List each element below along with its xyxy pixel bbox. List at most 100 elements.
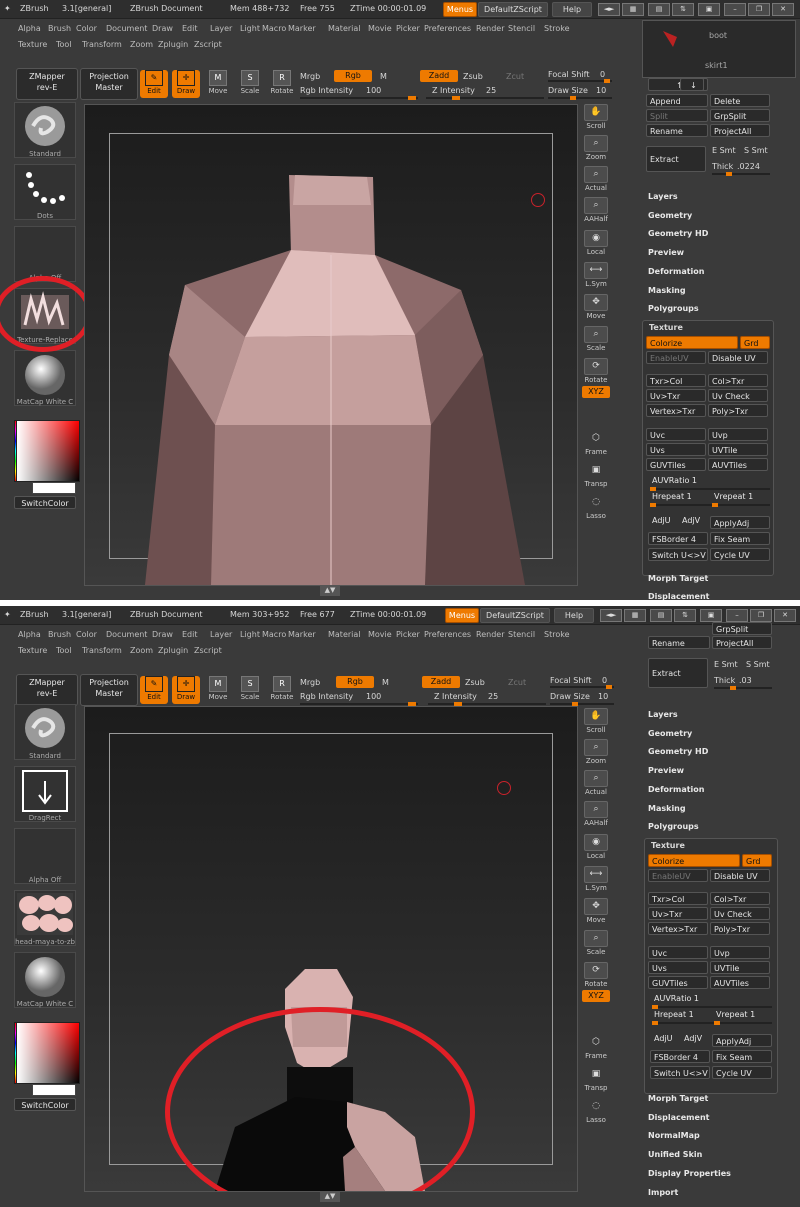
section-masking[interactable]: Masking <box>648 286 686 295</box>
tex-adju-control[interactable]: AdjU <box>652 516 671 525</box>
extract-button[interactable]: Extract <box>648 658 708 688</box>
section-displacement[interactable]: Displacement <box>648 592 709 600</box>
tex-fsborder-control[interactable]: FSBorder 4 <box>648 532 708 545</box>
tool-scale[interactable]: ⌕ Scale <box>580 326 612 354</box>
draw-size-slider[interactable] <box>550 702 614 706</box>
section-polygroups[interactable]: Polygroups <box>648 304 699 313</box>
zsub-button[interactable]: Zsub <box>465 678 485 687</box>
section-masking[interactable]: Masking <box>648 804 686 813</box>
menu-draw[interactable]: Draw <box>152 24 173 33</box>
tex-disableuv-button[interactable]: Disable UV <box>708 351 768 364</box>
zadd-button[interactable]: Zadd <box>420 70 458 82</box>
mrgb-button[interactable]: Mrgb <box>300 678 320 687</box>
tex-colorize-button[interactable]: Colorize <box>648 854 740 867</box>
menu-picker[interactable]: Picker <box>396 630 420 639</box>
brush-swatch[interactable]: Standard <box>14 102 76 158</box>
tex-uvs-button[interactable]: Uvs <box>648 961 708 974</box>
menu-preferences[interactable]: Preferences <box>424 630 471 639</box>
menu-stencil[interactable]: Stencil <box>508 24 535 33</box>
auvratio-slider[interactable] <box>652 1005 772 1009</box>
grpsplit-button[interactable]: GrpSplit <box>710 109 770 122</box>
e-smt-toggle[interactable]: E Smt <box>712 146 736 155</box>
menu-edit[interactable]: Edit <box>182 24 198 33</box>
zadd-button[interactable]: Zadd <box>422 676 460 688</box>
split-button[interactable]: Split <box>646 109 708 122</box>
tex-fixseam-button[interactable]: Fix Seam <box>710 532 770 545</box>
tex-hrepeat-control[interactable]: Hrepeat 1 <box>654 1010 694 1019</box>
menu-brush[interactable]: Brush <box>48 24 71 33</box>
menu-alpha[interactable]: Alpha <box>18 24 41 33</box>
tool-aahalf[interactable]: ⌕ AAHalf <box>580 197 612 225</box>
menu-render[interactable]: Render <box>476 630 504 639</box>
tool-scroll[interactable]: ✋ Scroll <box>580 104 612 132</box>
rgb-intensity-slider[interactable] <box>300 702 418 706</box>
projectall-button[interactable]: ProjectAll <box>710 124 770 137</box>
menu-zscript[interactable]: Zscript <box>194 646 222 655</box>
menu-transform[interactable]: Transform <box>82 40 122 49</box>
menu-render[interactable]: Render <box>476 24 504 33</box>
tex-applyadj-button[interactable]: ApplyAdj <box>712 1034 772 1047</box>
menus-button[interactable]: Menus <box>445 608 479 623</box>
restore-icon[interactable]: ❐ <box>748 3 770 16</box>
section-geometry-hd[interactable]: Geometry HD <box>648 747 708 756</box>
projection-master-button[interactable]: Projection Master <box>80 674 138 706</box>
scale-tool-button[interactable]: S Scale <box>236 70 264 98</box>
menu-macro[interactable]: Macro <box>262 24 286 33</box>
color-picker[interactable] <box>16 1022 80 1084</box>
delete-button[interactable]: Delete <box>710 94 770 107</box>
tool-zoom[interactable]: ⌕ Zoom <box>580 739 612 767</box>
subtool-boot[interactable]: boot <box>709 31 727 40</box>
rename-button[interactable]: Rename <box>648 636 710 649</box>
menu-material[interactable]: Material <box>328 630 361 639</box>
rgb-intensity-slider[interactable] <box>300 96 418 100</box>
tool-aahalf[interactable]: ⌕ AAHalf <box>580 801 612 829</box>
tex-guvtiles-button[interactable]: GUVTiles <box>646 458 706 471</box>
swap-icon[interactable]: ⇅ <box>672 3 694 16</box>
m-button[interactable]: M <box>382 678 389 687</box>
menu-movie[interactable]: Movie <box>368 630 392 639</box>
section-display-properties[interactable]: Display Properties <box>648 1169 731 1178</box>
stroke-swatch[interactable]: Dots <box>14 164 76 220</box>
switch-color-button[interactable]: SwitchColor <box>14 496 76 509</box>
thick-slider[interactable] <box>712 172 770 176</box>
menu-zplugin[interactable]: Zplugin <box>158 646 188 655</box>
tool-lsym[interactable]: ⟷ L.Sym <box>580 262 612 290</box>
xyz-toggle[interactable]: XYZ <box>582 386 610 398</box>
tex-vrepeat-control[interactable]: Vrepeat 1 <box>716 1010 755 1019</box>
menu-tool[interactable]: Tool <box>56 40 72 49</box>
menu-light[interactable]: Light <box>240 630 260 639</box>
repeat-slider[interactable] <box>652 1021 772 1025</box>
tex-uvp-button[interactable]: Uvp <box>710 946 770 959</box>
append-button[interactable]: Append <box>646 94 708 107</box>
tool-lsym[interactable]: ⟷ L.Sym <box>580 866 612 894</box>
menu-zoom[interactable]: Zoom <box>130 40 153 49</box>
menu-movie[interactable]: Movie <box>368 24 392 33</box>
texture-swatch[interactable]: head-maya-to-zb <box>14 890 76 946</box>
menu-marker[interactable]: Marker <box>288 24 316 33</box>
edit-tool-button[interactable]: ✎ Edit <box>140 70 168 98</box>
menu-zplugin[interactable]: Zplugin <box>158 40 188 49</box>
material-swatch[interactable]: MatCap White C <box>14 350 76 406</box>
menu-preferences[interactable]: Preferences <box>424 24 471 33</box>
zcut-button[interactable]: Zcut <box>506 72 524 81</box>
menu-document[interactable]: Document <box>106 24 147 33</box>
tex-uvtile-button[interactable]: UVTile <box>708 443 768 456</box>
draw-size-slider[interactable] <box>548 96 612 100</box>
tex-switchuv-button[interactable]: Switch U<>V <box>648 548 708 561</box>
rgb-button[interactable]: Rgb <box>336 676 374 688</box>
alpha-swatch[interactable]: Alpha Off <box>14 828 76 884</box>
color-picker[interactable] <box>16 420 80 482</box>
section-import[interactable]: Import <box>648 1188 678 1197</box>
menu-edit[interactable]: Edit <box>182 630 198 639</box>
document-canvas[interactable] <box>84 706 578 1192</box>
stroke-swatch[interactable]: DragRect <box>14 766 76 822</box>
tool-actual[interactable]: ⌕ Actual <box>580 770 612 798</box>
tool-rotate[interactable]: ⟳ Rotate <box>580 962 612 990</box>
menu-transform[interactable]: Transform <box>82 646 122 655</box>
focal-shift-slider[interactable] <box>550 685 614 689</box>
tool-lasso[interactable]: ◌ Lasso <box>580 494 612 522</box>
tool-rotate[interactable]: ⟳ Rotate <box>580 358 612 386</box>
tool-frame[interactable]: ⬡ Frame <box>580 430 612 458</box>
tool-move[interactable]: ✥ Move <box>580 898 612 926</box>
menu-document[interactable]: Document <box>106 630 147 639</box>
